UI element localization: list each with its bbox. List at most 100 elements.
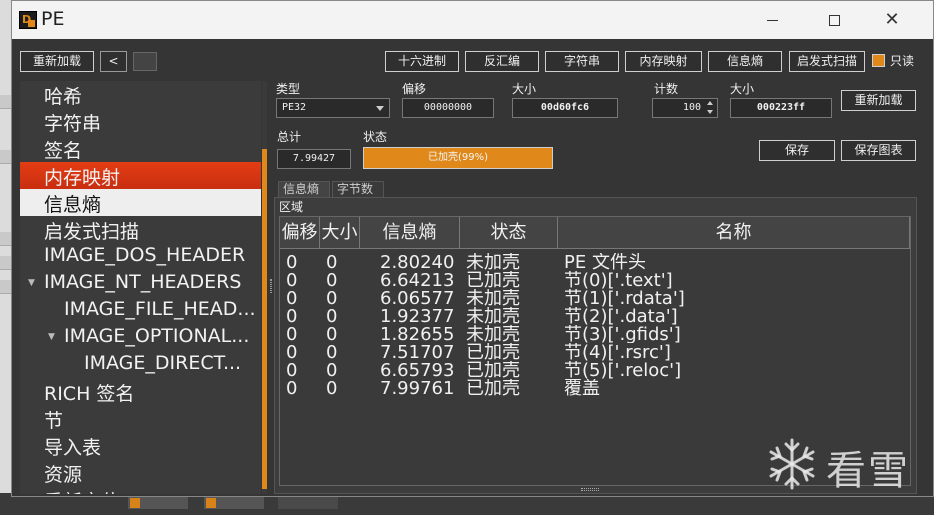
sidebar-item-label: 哈希 — [44, 86, 83, 108]
back-button[interactable]: < — [100, 51, 127, 72]
resize-grip-icon[interactable] — [581, 488, 599, 491]
sidebar-item-label: 节 — [44, 410, 64, 432]
table-cell: 0 — [286, 343, 298, 361]
size-field[interactable]: 00d60fc6 — [512, 98, 618, 118]
column-header[interactable]: 大小 — [320, 217, 360, 249]
sidebar-item[interactable]: 导入表 — [20, 432, 261, 459]
table-cell: 0 — [286, 361, 298, 379]
size2-label: 大小 — [730, 82, 755, 96]
splitter-handle[interactable] — [270, 279, 272, 293]
sidebar-item[interactable]: 节 — [20, 405, 261, 432]
column-header[interactable]: 名称 — [558, 217, 910, 249]
sidebar-item[interactable]: 重新定位 — [20, 486, 261, 494]
sidebar-item[interactable]: ▼ IMAGE_OPTIONAL... — [20, 324, 261, 351]
maximize-button[interactable] — [820, 9, 848, 31]
tab-entropy[interactable]: 信息熵 — [278, 181, 330, 197]
sidebar-item-label: 资源 — [44, 464, 83, 486]
sidebar-item[interactable]: RICH 签名 — [20, 378, 261, 405]
table-cell: 0 — [286, 253, 298, 271]
column-header[interactable]: 偏移 — [280, 217, 320, 249]
strings-button[interactable]: 字符串 — [545, 51, 619, 72]
sidebar-item-label: IMAGE_OPTIONAL... — [64, 325, 250, 347]
minimize-button[interactable] — [759, 9, 787, 31]
hex-button[interactable]: 十六进制 — [385, 51, 459, 72]
table-cell: 0 — [326, 361, 338, 379]
column-header[interactable]: 信息熵 — [360, 217, 460, 249]
table-cell: 未加壳 — [466, 253, 520, 271]
table-cell: 1.82655 — [380, 325, 455, 343]
table-cell: PE 文件头 — [564, 253, 646, 271]
title-bar: D PE ✕ — [12, 1, 933, 39]
sidebar-item[interactable]: 哈希 — [20, 81, 261, 108]
sidebar-item[interactable]: 字符串 — [20, 108, 261, 135]
count-value: 100 — [682, 102, 701, 113]
status-label: 状态 — [363, 130, 388, 144]
column-header[interactable]: 状态 — [460, 217, 558, 249]
sidebar-item[interactable]: 信息熵 — [20, 189, 261, 216]
table-cell: 未加壳 — [466, 289, 520, 307]
heuristic-scan-button[interactable]: 启发式扫描 — [789, 51, 865, 72]
expand-arrow-icon[interactable]: ▼ — [28, 278, 35, 288]
table-cell: 节(0)['.text'] — [564, 271, 673, 289]
sidebar-item[interactable]: ▼ IMAGE_NT_HEADERS — [20, 270, 261, 297]
app-logo-icon: D — [19, 11, 37, 29]
sidebar-item[interactable]: IMAGE_FILE_HEAD... — [20, 297, 261, 324]
status-progress-bar: 已加壳(99%) — [363, 147, 553, 169]
sidebar-scrollbar[interactable] — [262, 81, 267, 494]
table-cell: 0 — [326, 379, 338, 397]
sidebar-tree: 哈希 字符串 签名 内存映射 信息熵 启发式扫描 IMAGE_DOS_HEADER ▼ IMAG… — [20, 81, 261, 494]
table-cell: 覆盖 — [564, 379, 600, 397]
total-label: 总计 — [277, 130, 302, 144]
watermark-text: 看雪 — [826, 448, 910, 494]
size2-field[interactable]: 000223ff — [730, 98, 832, 118]
blank-toolbar-button[interactable] — [133, 52, 157, 71]
table-cell: 0 — [286, 289, 298, 307]
sidebar-item-label: 信息熵 — [44, 194, 102, 216]
sidebar-item[interactable]: 内存映射 — [20, 162, 261, 189]
reload-button[interactable]: 重新加载 — [20, 51, 94, 72]
spinner-arrows-icon[interactable] — [705, 100, 716, 116]
table-cell: 已加壳 — [466, 343, 520, 361]
type-label: 类型 — [276, 82, 301, 96]
table-cell: 0 — [286, 271, 298, 289]
table-cell: 节(5)['.reloc'] — [564, 361, 682, 379]
table-cell: 已加壳 — [466, 379, 520, 397]
sidebar-item-label: 重新定位 — [44, 487, 120, 494]
offset-field[interactable]: 00000000 — [402, 98, 494, 118]
close-button[interactable]: ✕ — [878, 9, 906, 31]
table-cell: 已加壳 — [466, 361, 520, 379]
table-cell: 7.51707 — [380, 343, 455, 361]
expand-arrow-icon[interactable]: ▼ — [48, 332, 55, 342]
table-cell: 0 — [326, 343, 338, 361]
table-cell: 0 — [286, 379, 298, 397]
sidebar-item[interactable]: IMAGE_DIRECT... — [20, 351, 261, 378]
total-field[interactable]: 7.99427 — [277, 149, 351, 169]
table-cell: 0 — [326, 271, 338, 289]
save-chart-button[interactable]: 保存图表 — [841, 140, 916, 161]
reload-field-button[interactable]: 重新加载 — [841, 90, 916, 111]
type-select[interactable]: PE32 — [276, 98, 390, 118]
sidebar-item[interactable]: 资源 — [20, 459, 261, 486]
readonly-checkbox[interactable] — [872, 54, 885, 67]
table-cell: 未加壳 — [466, 307, 520, 325]
disassembly-button[interactable]: 反汇编 — [465, 51, 539, 72]
table-cell: 0 — [286, 307, 298, 325]
sidebar-scrollbar-thumb[interactable] — [262, 149, 267, 489]
save-button[interactable]: 保存 — [759, 140, 835, 161]
window-title: PE — [41, 8, 65, 30]
sidebar-item[interactable]: 启发式扫描 — [20, 216, 261, 243]
count-spinbox[interactable]: 100 — [652, 98, 718, 118]
sidebar-item-label: IMAGE_FILE_HEAD... — [64, 298, 256, 320]
entropy-button[interactable]: 信息熵 — [708, 51, 782, 72]
sidebar-item[interactable]: 签名 — [20, 135, 261, 162]
table-cell: 未加壳 — [466, 325, 520, 343]
entropy-tabs: 信息熵 字节数 — [274, 181, 528, 197]
table-cell: 6.65793 — [380, 361, 455, 379]
sidebar-item[interactable]: IMAGE_DOS_HEADER — [20, 243, 261, 270]
snowflake-icon — [769, 438, 815, 490]
table-cell: 0 — [286, 325, 298, 343]
memory-map-button[interactable]: 内存映射 — [625, 51, 702, 72]
tab-bytes[interactable]: 字节数 — [332, 181, 384, 197]
table-cell: 已加壳 — [466, 271, 520, 289]
sidebar-item-label: RICH 签名 — [44, 383, 135, 405]
